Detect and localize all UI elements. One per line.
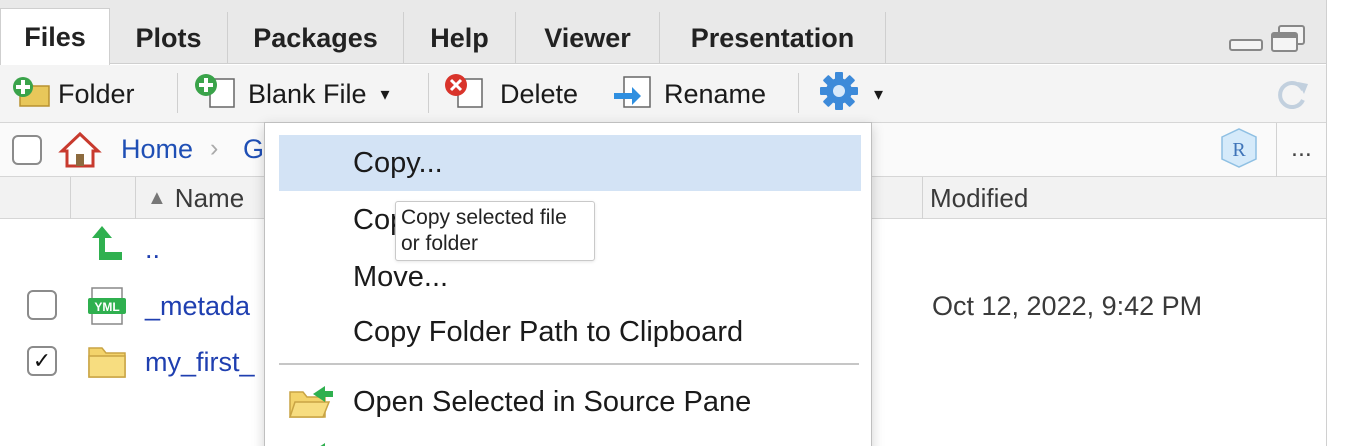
tab-plots-label: Plots (135, 22, 202, 53)
rename-icon (612, 73, 654, 116)
select-all-checkbox[interactable] (12, 135, 42, 165)
file-row-checkbox[interactable] (27, 290, 57, 320)
menu-item-copy-folder-path-label: Copy Folder Path to Clipboard (353, 315, 744, 348)
yaml-file-icon: YML (86, 286, 128, 331)
checkmark-icon: ✓ (32, 348, 52, 373)
blank-file-label: Blank File (248, 78, 367, 109)
column-header-name[interactable]: ▲ Name (147, 177, 244, 219)
tooltip-line-2: or folder (401, 232, 479, 255)
menu-item-copy-folder-path[interactable]: Copy Folder Path to Clipboard (279, 304, 861, 360)
tab-viewer[interactable]: Viewer (516, 12, 660, 64)
column-divider (70, 177, 71, 219)
menu-item-move-label: Move... (353, 260, 449, 293)
pane-border (1326, 0, 1327, 446)
tab-files[interactable]: Files (0, 8, 110, 65)
more-options-button[interactable]: ▾ (818, 65, 883, 123)
tab-packages[interactable]: Packages (228, 12, 404, 64)
menu-item-open-selected-label: Open Selected in Source Pane (353, 385, 752, 418)
files-toolbar: Folder Blank File ▾ Delete Rename ▾ (0, 65, 1326, 123)
new-blank-file-icon (192, 73, 238, 116)
svg-text:YML: YML (94, 300, 119, 314)
menu-divider (279, 363, 859, 365)
new-folder-icon (12, 74, 52, 115)
tab-presentation[interactable]: Presentation (660, 12, 886, 64)
tab-files-label: Files (24, 21, 86, 52)
sort-ascending-icon: ▲ (147, 186, 167, 209)
file-name-link[interactable]: my_first_ (145, 347, 255, 378)
column-divider (922, 177, 923, 219)
tab-presentation-label: Presentation (690, 22, 855, 53)
home-icon[interactable] (58, 131, 102, 174)
more-button[interactable]: ... (1291, 134, 1312, 163)
r-project-icon[interactable]: R (1218, 127, 1260, 174)
chevron-down-icon: ▾ (874, 83, 884, 104)
maximize-pane-icon[interactable] (1270, 24, 1306, 59)
chevron-down-icon: ▾ (380, 83, 390, 104)
minimize-pane-icon[interactable] (1228, 24, 1264, 59)
delete-button[interactable]: Delete (442, 65, 578, 123)
more-options-menu: Copy... Cop Move... Copy Folder Path to … (264, 122, 872, 446)
new-folder-label: Folder (58, 78, 135, 109)
delete-icon (442, 73, 486, 116)
tab-help-label: Help (430, 22, 489, 53)
delete-label: Delete (500, 78, 579, 109)
menu-item-open-selected[interactable]: Open Selected in Source Pane (279, 374, 861, 430)
new-folder-button[interactable]: Folder (12, 65, 135, 123)
tooltip-line-1: Copy selected file (401, 206, 567, 229)
file-row-checkbox-checked[interactable]: ✓ (27, 346, 57, 376)
svg-text:R: R (1232, 139, 1246, 161)
tab-packages-label: Packages (253, 22, 378, 53)
partially-hidden-menu-item[interactable] (287, 439, 335, 446)
tab-help[interactable]: Help (404, 12, 516, 64)
tab-viewer-label: Viewer (544, 22, 631, 53)
breadcrumb-divider (1276, 123, 1277, 177)
menu-item-copy-label: Copy... (353, 146, 443, 179)
file-name-link[interactable]: .. (145, 234, 160, 265)
chevron-right-icon: › (210, 134, 219, 162)
column-header-name-label: Name (174, 182, 245, 213)
up-arrow-icon (88, 224, 126, 269)
toolbar-divider (177, 73, 178, 113)
pane-tab-bar: Files Plots Packages Help Viewer Present… (0, 0, 1326, 65)
open-folder-icon (287, 382, 335, 430)
menu-item-copy[interactable]: Copy... (279, 135, 861, 191)
breadcrumb-home-link[interactable]: Home (121, 134, 193, 165)
rename-button[interactable]: Rename (612, 65, 766, 123)
file-modified-date: Oct 12, 2022, 9:42 PM (932, 291, 1203, 321)
breadcrumb-folder-link[interactable]: G (243, 134, 264, 165)
toolbar-divider (428, 73, 429, 113)
file-name-link[interactable]: _metada (145, 291, 250, 322)
tooltip: Copy selected file or folder (395, 201, 595, 261)
refresh-icon[interactable] (1272, 76, 1312, 117)
rename-label: Rename (664, 78, 767, 109)
new-blank-file-button[interactable]: Blank File ▾ (192, 65, 390, 123)
toolbar-divider (798, 73, 799, 113)
gear-icon (818, 70, 860, 119)
column-header-modified[interactable]: Modified (930, 177, 1028, 219)
column-divider (135, 177, 136, 219)
tab-plots[interactable]: Plots (110, 12, 228, 64)
folder-icon (86, 342, 128, 385)
